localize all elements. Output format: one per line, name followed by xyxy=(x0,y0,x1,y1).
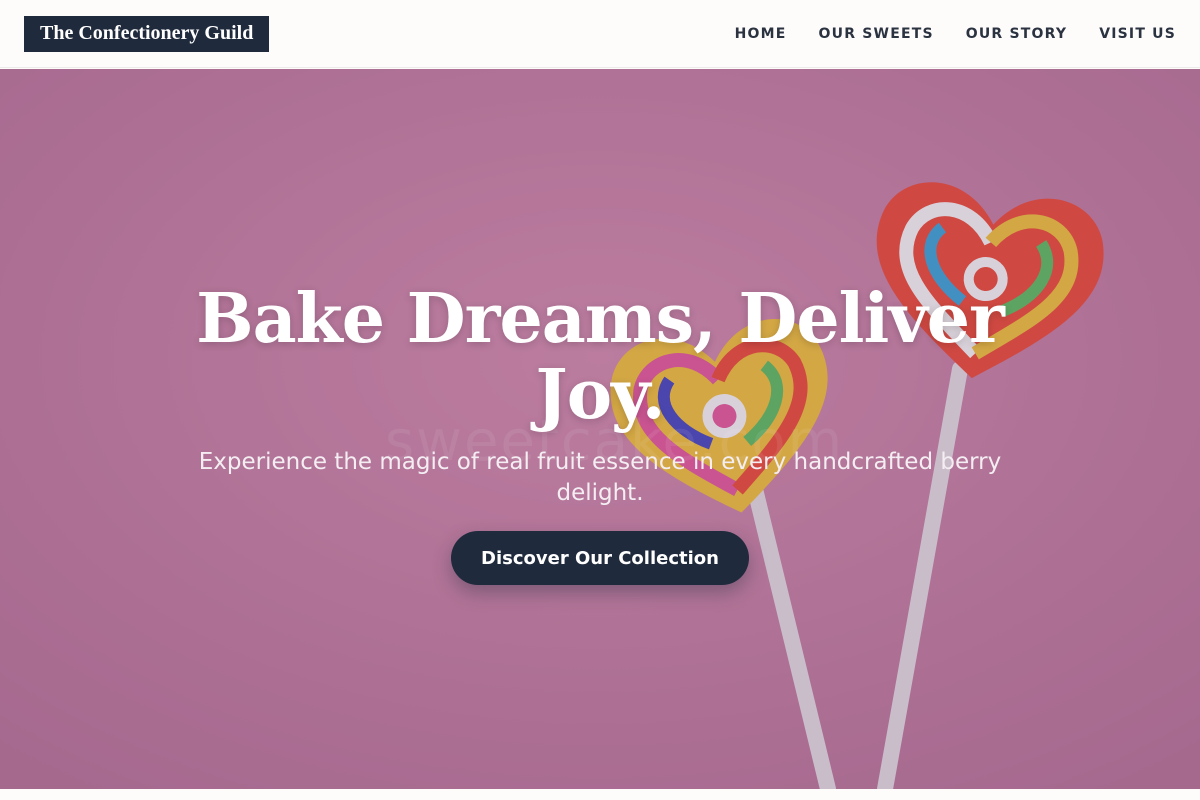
nav-item-our-story: OUR STORY xyxy=(966,25,1067,43)
hero-section: sweetcake.com Bake Dreams, Deliver Joy. … xyxy=(0,69,1200,789)
hero-content: Bake Dreams, Deliver Joy. Experience the… xyxy=(150,281,1050,585)
nav-link-our-story[interactable]: OUR STORY xyxy=(966,26,1067,42)
nav-menu: HOME OUR SWEETS OUR STORY VISIT US xyxy=(735,25,1176,43)
discover-collection-button[interactable]: Discover Our Collection xyxy=(451,531,749,585)
nav-item-visit-us: VISIT US xyxy=(1099,25,1176,43)
nav-link-home[interactable]: HOME xyxy=(735,26,787,42)
hero-subtitle: Experience the magic of real fruit essen… xyxy=(198,449,1002,506)
brand-logo[interactable]: The Confectionery Guild xyxy=(24,15,270,52)
nav-link-visit-us[interactable]: VISIT US xyxy=(1099,26,1176,42)
nav-item-our-sweets: OUR SWEETS xyxy=(819,25,934,43)
page-bottom-strip xyxy=(0,789,1200,800)
hero-title-line-2: Joy. xyxy=(535,355,666,435)
hero-title: Bake Dreams, Deliver Joy. xyxy=(150,281,1050,433)
navbar: The Confectionery Guild HOME OUR SWEETS … xyxy=(0,0,1200,68)
nav-item-home: HOME xyxy=(735,25,787,43)
nav-link-our-sweets[interactable]: OUR SWEETS xyxy=(819,26,934,42)
hero-title-line-1: Bake Dreams, Deliver xyxy=(196,279,1005,359)
